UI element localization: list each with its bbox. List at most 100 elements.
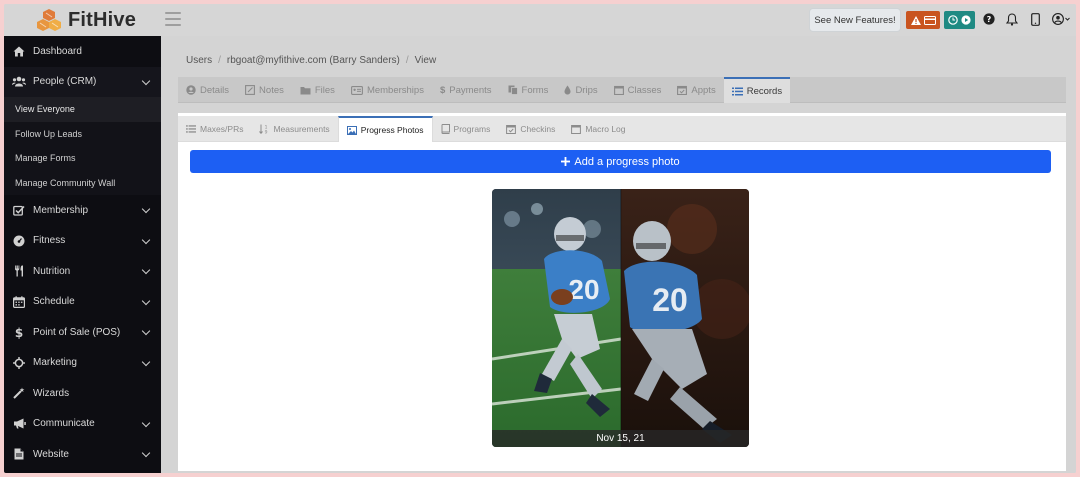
breadcrumb-users-link[interactable]: Users	[186, 55, 212, 66]
sidebar-item-marketing[interactable]: Marketing	[4, 348, 161, 379]
top-bar: FitHive See New Features! ?	[4, 4, 1076, 36]
logo[interactable]: FitHive	[36, 8, 136, 32]
see-new-features-button[interactable]: See New Features!	[809, 8, 901, 32]
folder-icon	[300, 86, 311, 94]
tab-forms[interactable]: Forms	[500, 77, 557, 103]
dashboard-icon	[12, 235, 26, 247]
list-icon	[731, 87, 743, 95]
sidebar-item-label: Fitness	[33, 235, 66, 247]
subtab-macro-log[interactable]: Macro Log	[563, 116, 633, 142]
calendar-icon	[613, 85, 624, 95]
tab-label: Payments	[449, 84, 492, 96]
subtab-checkins[interactable]: Checkins	[498, 116, 563, 142]
menu-icon[interactable]	[165, 12, 181, 26]
chevron-down-icon	[141, 357, 151, 366]
mobile-icon[interactable]	[1028, 12, 1042, 26]
sidebar-subitem-follow-up-leads[interactable]: Follow Up Leads	[4, 122, 161, 147]
calendar-icon	[571, 125, 582, 134]
tab-memberships[interactable]: Memberships	[343, 77, 432, 103]
bell-icon[interactable]	[1005, 12, 1019, 26]
subtab-label: Macro Log	[585, 124, 626, 134]
alerts-button[interactable]	[906, 11, 940, 29]
people-submenu: View Everyone Follow Up Leads Manage For…	[4, 97, 161, 195]
chevron-down-icon	[141, 448, 151, 458]
tab-appts[interactable]: Appts	[669, 77, 723, 103]
subtab-measurements[interactable]: 19 Measurements	[251, 116, 337, 142]
sidebar-item-label: People (CRM)	[33, 76, 97, 88]
subtab-label: Checkins	[520, 124, 556, 134]
breadcrumb-separator: /	[405, 55, 409, 66]
chevron-down-icon	[141, 326, 151, 336]
progress-photo[interactable]: 20 20 Nov 15, 21	[492, 189, 749, 447]
tab-label: Files	[314, 84, 335, 96]
sidebar-item-label: Point of Sale (POS)	[33, 326, 121, 338]
tab-label: Classes	[627, 84, 662, 96]
tab-records[interactable]: Records	[723, 77, 791, 103]
tab-classes[interactable]: Classes	[606, 77, 670, 103]
sidebar-item-dashboard[interactable]: Dashboard	[4, 36, 161, 67]
chevron-down-icon	[141, 296, 151, 305]
user-circle-icon	[186, 85, 196, 95]
sidebar-item-point-of-sale[interactable]: $ Point of Sale (POS)	[4, 317, 161, 348]
sidebar-item-communicate[interactable]: Communicate	[4, 409, 161, 440]
plus-icon	[561, 157, 571, 166]
user-menu-icon[interactable]	[1052, 12, 1072, 26]
tab-payments[interactable]: $ Payments	[432, 77, 500, 103]
sort-numeric-icon: 19	[259, 124, 268, 135]
sidebar-item-membership[interactable]: Membership	[4, 195, 161, 226]
home-icon	[12, 45, 26, 57]
sidebar-subitem-manage-forms[interactable]: Manage Forms	[4, 146, 161, 171]
sidebar-item-label: Membership	[33, 204, 89, 216]
subtab-label: Maxes/PRs	[200, 124, 244, 134]
sidebar-subitem-manage-community-wall[interactable]: Manage Community Wall	[4, 171, 161, 196]
sidebar-item-label: Marketing	[33, 357, 77, 369]
tab-drips[interactable]: Drips	[556, 77, 605, 103]
sidebar-item-wizards[interactable]: Wizards	[4, 378, 161, 409]
svg-text:9: 9	[265, 130, 268, 135]
timeclock-button[interactable]	[944, 11, 975, 29]
subtab-progress-photos[interactable]: Progress Photos	[337, 116, 433, 142]
app-name: FitHive	[68, 8, 137, 31]
sidebar-item-label: Communicate	[33, 418, 95, 430]
sidebar-item-schedule[interactable]: Schedule	[4, 287, 161, 318]
sidebar-item-people-crm[interactable]: People (CRM)	[4, 66, 161, 97]
progress-photo-image: 20 20	[492, 189, 749, 447]
jersey-number-right: 20	[652, 282, 688, 318]
breadcrumb-current: View	[414, 55, 437, 66]
warning-icon	[910, 15, 921, 25]
checkbox-icon	[12, 204, 26, 216]
subtab-programs[interactable]: Programs	[433, 116, 499, 142]
help-icon[interactable]: ?	[982, 12, 996, 26]
sidebar-item-fitness[interactable]: Fitness	[4, 226, 161, 257]
tab-details[interactable]: Details	[178, 77, 237, 103]
sidebar: Dashboard People (CRM) View Everyone Fol…	[4, 36, 161, 473]
subtab-label: Programs	[453, 124, 491, 134]
chevron-down-icon	[141, 76, 151, 85]
sidebar-item-nutrition[interactable]: Nutrition	[4, 256, 161, 287]
sidebar-item-website[interactable]: Website	[4, 439, 161, 470]
right-gutter	[1067, 36, 1076, 473]
tab-notes[interactable]: Notes	[237, 77, 292, 103]
id-card-icon	[350, 85, 363, 95]
play-icon	[961, 15, 971, 25]
copy-icon	[508, 85, 518, 95]
card-icon	[923, 15, 936, 25]
tab-label: Records	[746, 85, 783, 97]
add-progress-photo-button[interactable]: Add a progress photo	[190, 150, 1051, 173]
jersey-number-left: 20	[568, 274, 599, 305]
breadcrumb: Users / rbgoat@myfithive.com (Barry Sand…	[186, 55, 436, 66]
sidebar-item-label: Nutrition	[33, 265, 71, 277]
tab-label: Appts	[691, 84, 716, 96]
sidebar-item-label: Dashboard	[33, 45, 82, 57]
main-content: Users / rbgoat@myfithive.com (Barry Sand…	[161, 36, 1076, 473]
file-icon	[12, 448, 26, 460]
photo-date-caption: Nov 15, 21	[492, 430, 749, 447]
tab-label: Memberships	[366, 84, 424, 96]
note-icon	[245, 85, 255, 95]
svg-text:$: $	[15, 326, 23, 339]
crosshair-icon	[12, 356, 26, 369]
tab-files[interactable]: Files	[292, 77, 343, 103]
subtab-maxes-prs[interactable]: Maxes/PRs	[178, 116, 251, 142]
breadcrumb-user-link[interactable]: rbgoat@myfithive.com (Barry Sanders)	[227, 55, 400, 66]
sidebar-subitem-view-everyone[interactable]: View Everyone	[4, 97, 161, 122]
